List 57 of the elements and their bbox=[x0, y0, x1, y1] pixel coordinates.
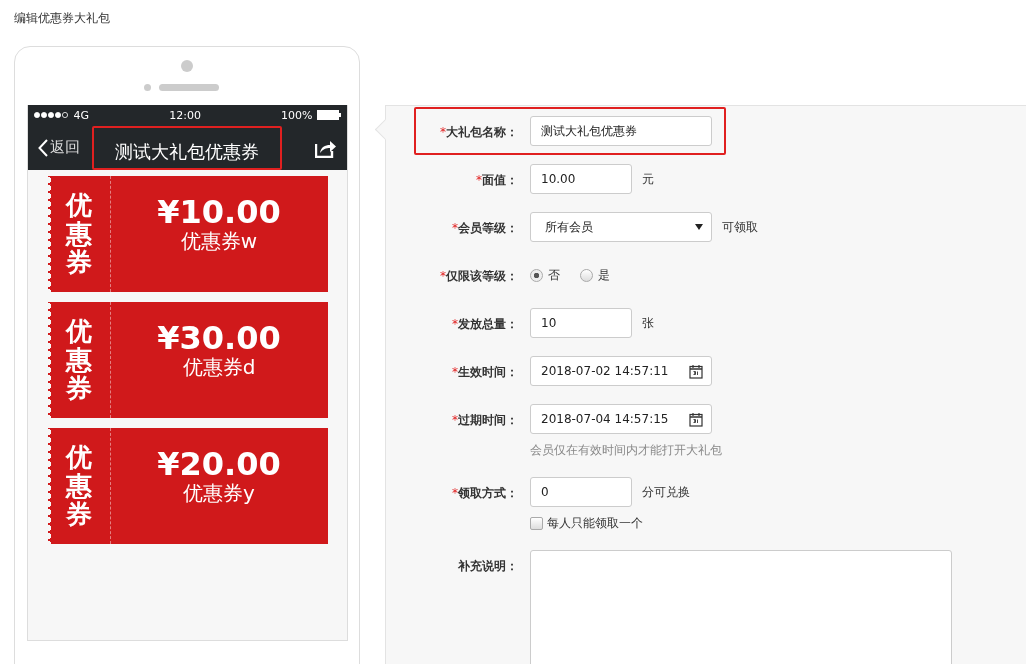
text-input[interactable]: 10 bbox=[530, 308, 632, 338]
coupon-amount: ¥30.00 bbox=[157, 320, 281, 356]
field-label: 补充说明： bbox=[458, 558, 518, 575]
field-label: *生效时间： bbox=[452, 364, 518, 381]
field-label: *会员等级： bbox=[452, 220, 518, 237]
coupon-amount: ¥10.00 bbox=[157, 194, 281, 230]
battery-percent: 100% bbox=[281, 108, 313, 122]
field-label: *面值： bbox=[476, 172, 518, 189]
page-title: 编辑优惠券大礼包 bbox=[14, 10, 110, 27]
checkbox-label: 每人只能领取一个 bbox=[547, 515, 643, 532]
text-input[interactable]: 0 bbox=[530, 477, 632, 507]
speaker-icon bbox=[158, 84, 219, 91]
network-label: 4G bbox=[73, 108, 90, 122]
hint-text: 会员仅在有效时间内才能打开大礼包 bbox=[530, 442, 722, 459]
date-time-field[interactable]: 2018-07-04 14:57:15 bbox=[530, 404, 712, 434]
nav-title: 测试大礼包优惠券 bbox=[91, 125, 282, 170]
chevron-left-icon bbox=[37, 138, 48, 157]
field-label: *过期时间： bbox=[452, 412, 518, 429]
sensor-icon bbox=[143, 84, 151, 91]
text-input[interactable]: 10.00 bbox=[530, 164, 632, 194]
text-input[interactable]: 测试大礼包优惠券 bbox=[530, 116, 712, 146]
radio-option[interactable]: 否 bbox=[530, 266, 560, 284]
unit-label: 分可兑换 bbox=[642, 483, 690, 501]
battery-icon bbox=[316, 110, 341, 120]
radio-option[interactable]: 是 bbox=[580, 266, 610, 284]
field-label: *大礼包名称： bbox=[440, 124, 518, 141]
unit-label: 张 bbox=[642, 314, 654, 332]
select-value: 所有会员 bbox=[545, 218, 593, 236]
member-level-select[interactable]: 所有会员 bbox=[530, 212, 712, 242]
radio-label: 否 bbox=[548, 266, 560, 284]
unit-label: 元 bbox=[642, 170, 654, 188]
coupon-tag: 优惠券 bbox=[65, 317, 92, 403]
radio-button[interactable] bbox=[530, 268, 543, 282]
calendar-icon[interactable] bbox=[689, 411, 703, 427]
field-label: *仅限该等级： bbox=[440, 268, 518, 285]
date-time-field[interactable]: 2018-07-02 14:57:11 bbox=[530, 356, 712, 386]
coupon-amount: ¥20.00 bbox=[157, 446, 281, 482]
camera-icon bbox=[181, 60, 193, 72]
signal-dots-icon bbox=[33, 112, 70, 118]
clock-time: 12:00 bbox=[169, 108, 201, 122]
radio-button[interactable] bbox=[580, 268, 593, 282]
coupon-tag: 优惠券 bbox=[65, 443, 92, 529]
coupon-name: 优惠券w bbox=[180, 230, 258, 252]
checkbox-option[interactable]: 每人只能领取一个 bbox=[530, 515, 690, 532]
coupon-name: 优惠券y bbox=[183, 482, 255, 504]
date-value: 2018-07-02 14:57:11 bbox=[541, 364, 669, 378]
coupon-tag: 优惠券 bbox=[65, 191, 92, 277]
coupon-name: 优惠券d bbox=[182, 356, 256, 378]
date-value: 2018-07-04 14:57:15 bbox=[541, 412, 669, 426]
unit-label: 可领取 bbox=[722, 218, 758, 236]
field-label: *领取方式： bbox=[452, 485, 518, 502]
dropdown-caret-icon bbox=[695, 224, 703, 230]
calendar-icon[interactable] bbox=[689, 363, 703, 379]
field-label: *发放总量： bbox=[452, 316, 518, 333]
back-link[interactable]: 返回 bbox=[37, 138, 80, 157]
checkbox[interactable] bbox=[530, 517, 543, 530]
radio-label: 是 bbox=[598, 266, 610, 284]
